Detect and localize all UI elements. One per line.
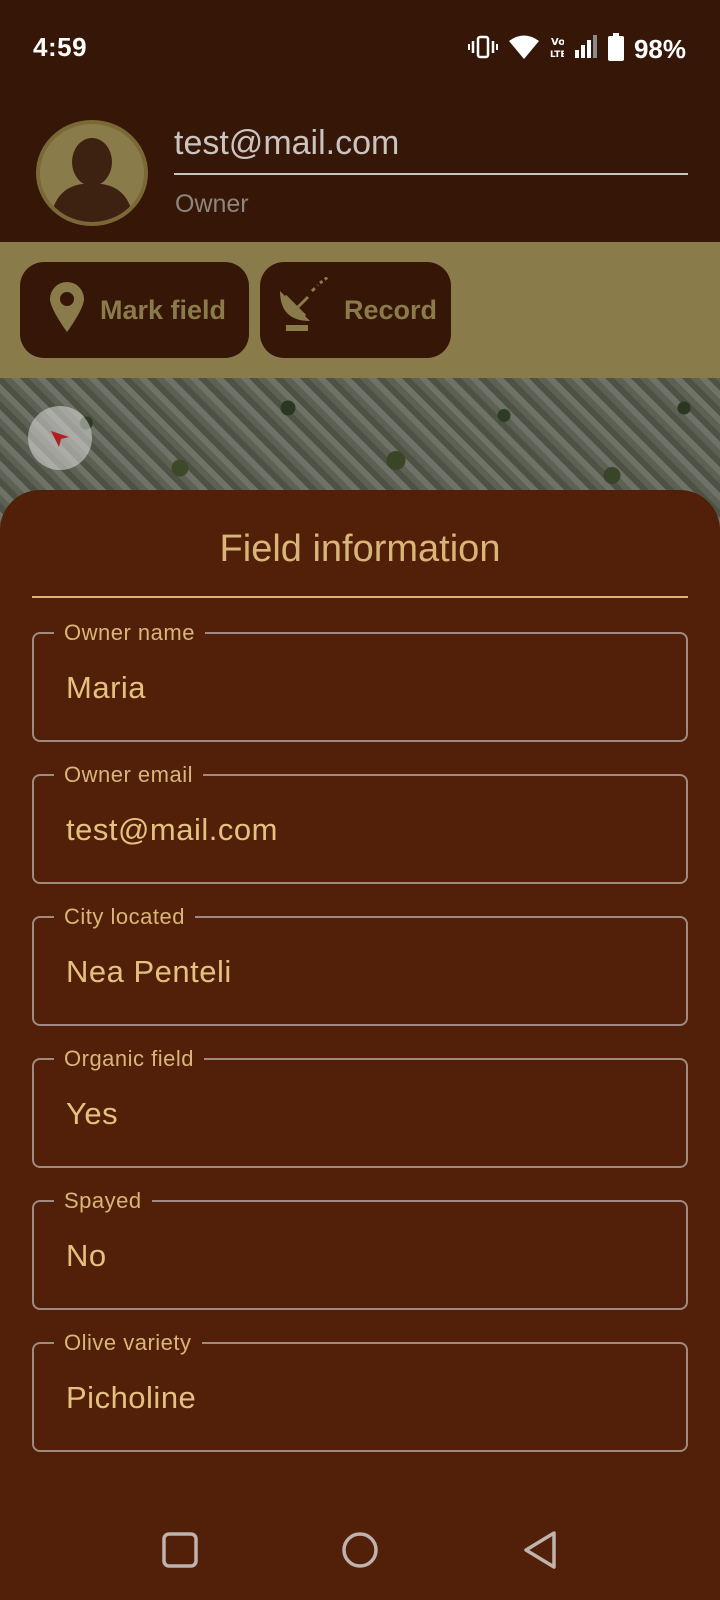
owner-email-value: test@mail.com <box>66 812 278 847</box>
account-email: test@mail.com <box>174 124 688 175</box>
account-header: test@mail.com Owner <box>0 96 720 242</box>
volte-icon: Vo LTE <box>550 34 567 65</box>
back-button[interactable] <box>518 1528 562 1572</box>
owner-name-label: Owner name <box>54 620 205 646</box>
triangle-back-icon <box>524 1531 556 1569</box>
record-button[interactable]: Record <box>260 262 451 358</box>
city-located-field[interactable]: City located Nea Penteli <box>32 904 688 1026</box>
sheet-divider <box>32 596 688 598</box>
organic-field-label: Organic field <box>54 1046 205 1072</box>
status-bar: 4:59 Vo LTE 98% <box>0 0 720 96</box>
signal-icon <box>574 34 598 65</box>
compass-icon <box>51 431 69 447</box>
square-recent-apps-icon <box>162 1532 198 1568</box>
battery-icon <box>607 32 624 66</box>
spayed-field[interactable]: Spayed No <box>32 1188 688 1310</box>
compass-button[interactable] <box>28 406 92 470</box>
satellite-dish-icon <box>274 275 330 344</box>
city-located-value: Nea Penteli <box>66 954 232 989</box>
owner-email-label: Owner email <box>54 762 203 788</box>
owner-email-field[interactable]: Owner email test@mail.com <box>32 762 688 884</box>
svg-text:Vo: Vo <box>551 37 564 48</box>
system-nav-bar <box>0 1500 720 1600</box>
home-button[interactable] <box>338 1528 382 1572</box>
record-label: Record <box>344 294 438 325</box>
action-toolbar: Mark field Record <box>0 242 720 378</box>
sheet-title: Field information <box>219 528 501 570</box>
avatar[interactable] <box>36 120 148 226</box>
organic-field-field[interactable]: Organic field Yes <box>32 1046 688 1168</box>
field-info-sheet: Field information Owner name Maria Owner… <box>0 490 720 1600</box>
account-role: Owner <box>175 190 249 218</box>
circle-home-icon <box>342 1532 378 1568</box>
city-located-label: City located <box>54 904 195 930</box>
mark-field-label: Mark field <box>100 294 227 325</box>
recent-apps-button[interactable] <box>158 1528 202 1572</box>
status-time: 4:59 <box>33 32 88 62</box>
status-icons: Vo LTE 98% <box>467 32 686 66</box>
owner-name-value: Maria <box>66 670 147 705</box>
olive-variety-label: Olive variety <box>54 1330 202 1356</box>
battery-percent: 98% <box>633 33 686 64</box>
organic-field-value: Yes <box>66 1096 119 1131</box>
wifi-icon <box>508 34 540 65</box>
mark-field-button[interactable]: Mark field <box>20 262 249 358</box>
svg-text:LTE: LTE <box>550 50 564 60</box>
owner-name-field[interactable]: Owner name Maria <box>32 620 688 742</box>
olive-variety-value: Picholine <box>66 1380 197 1415</box>
olive-variety-field[interactable]: Olive variety Picholine <box>32 1330 688 1452</box>
vibrate-icon <box>467 34 498 65</box>
person-silhouette-icon <box>40 124 144 222</box>
spayed-label: Spayed <box>54 1188 152 1214</box>
spayed-value: No <box>66 1238 107 1273</box>
location-pin-icon <box>48 281 86 340</box>
